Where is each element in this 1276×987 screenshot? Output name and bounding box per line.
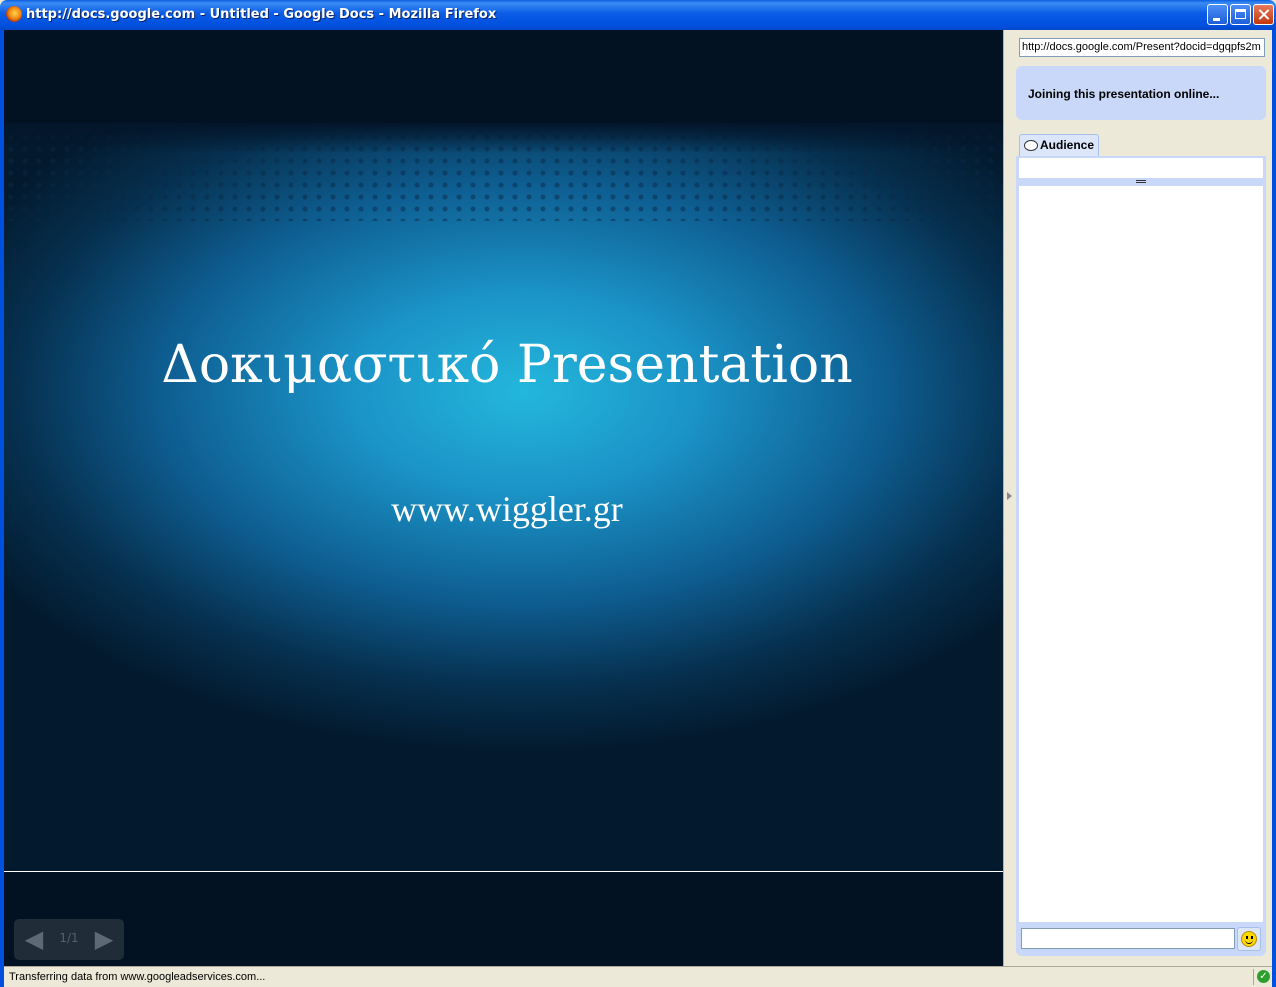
chat-bubble-icon [1024,140,1038,151]
close-button[interactable] [1253,4,1274,25]
firefox-icon [6,6,22,22]
panel-splitter[interactable] [1003,30,1016,966]
resize-handle-icon[interactable] [1136,180,1146,183]
status-separator [1253,969,1254,985]
chat-messages-area[interactable] [1019,186,1263,922]
emoticon-button[interactable] [1237,927,1261,951]
audience-panel: Joining this presentation online... Audi… [1016,30,1272,966]
collapse-arrow-icon[interactable] [1007,492,1012,500]
smiley-icon [1241,931,1257,947]
presentation-stage[interactable]: Δοκιμαστικό Presentation www.wiggler.gr … [4,30,1003,966]
panel-tabstrip: Audience [1016,134,1266,157]
arrow-right-icon[interactable]: ▶ [90,927,118,951]
maximize-button[interactable] [1230,4,1251,25]
status-text: Transferring data from www.googleadservi… [9,971,266,983]
tab-audience-label: Audience [1040,138,1095,152]
audience-box [1016,156,1266,926]
viewer-list [1019,158,1263,178]
join-status-text: Joining this presentation online... [1028,87,1220,101]
presentation-url-field[interactable] [1019,38,1265,57]
check-circle-icon[interactable]: ✓ [1257,970,1270,983]
chat-input[interactable] [1021,928,1235,949]
slide-bottom-divider [4,871,1003,872]
window-title-bar[interactable]: http://docs.google.com - Untitled - Goog… [0,0,1276,30]
window-title: http://docs.google.com - Untitled - Goog… [26,7,497,22]
tab-audience[interactable]: Audience [1019,134,1099,156]
slide-counter: 1/1 [59,931,79,945]
slide-top-shade [4,123,1003,153]
slide-title: Δοκιμαστικό Presentation [161,335,853,395]
join-status-box: Joining this presentation online... [1016,66,1266,120]
arrow-left-icon[interactable]: ◀ [20,927,48,951]
browser-status-bar: Transferring data from www.googleadservi… [4,966,1272,987]
window-border-right [1272,30,1276,987]
slide-navigation: ◀ 1/1 ▶ [14,919,124,960]
slide-subtitle: www.wiggler.gr [391,489,623,529]
minimize-button[interactable] [1207,4,1228,25]
chat-input-row [1016,926,1266,956]
